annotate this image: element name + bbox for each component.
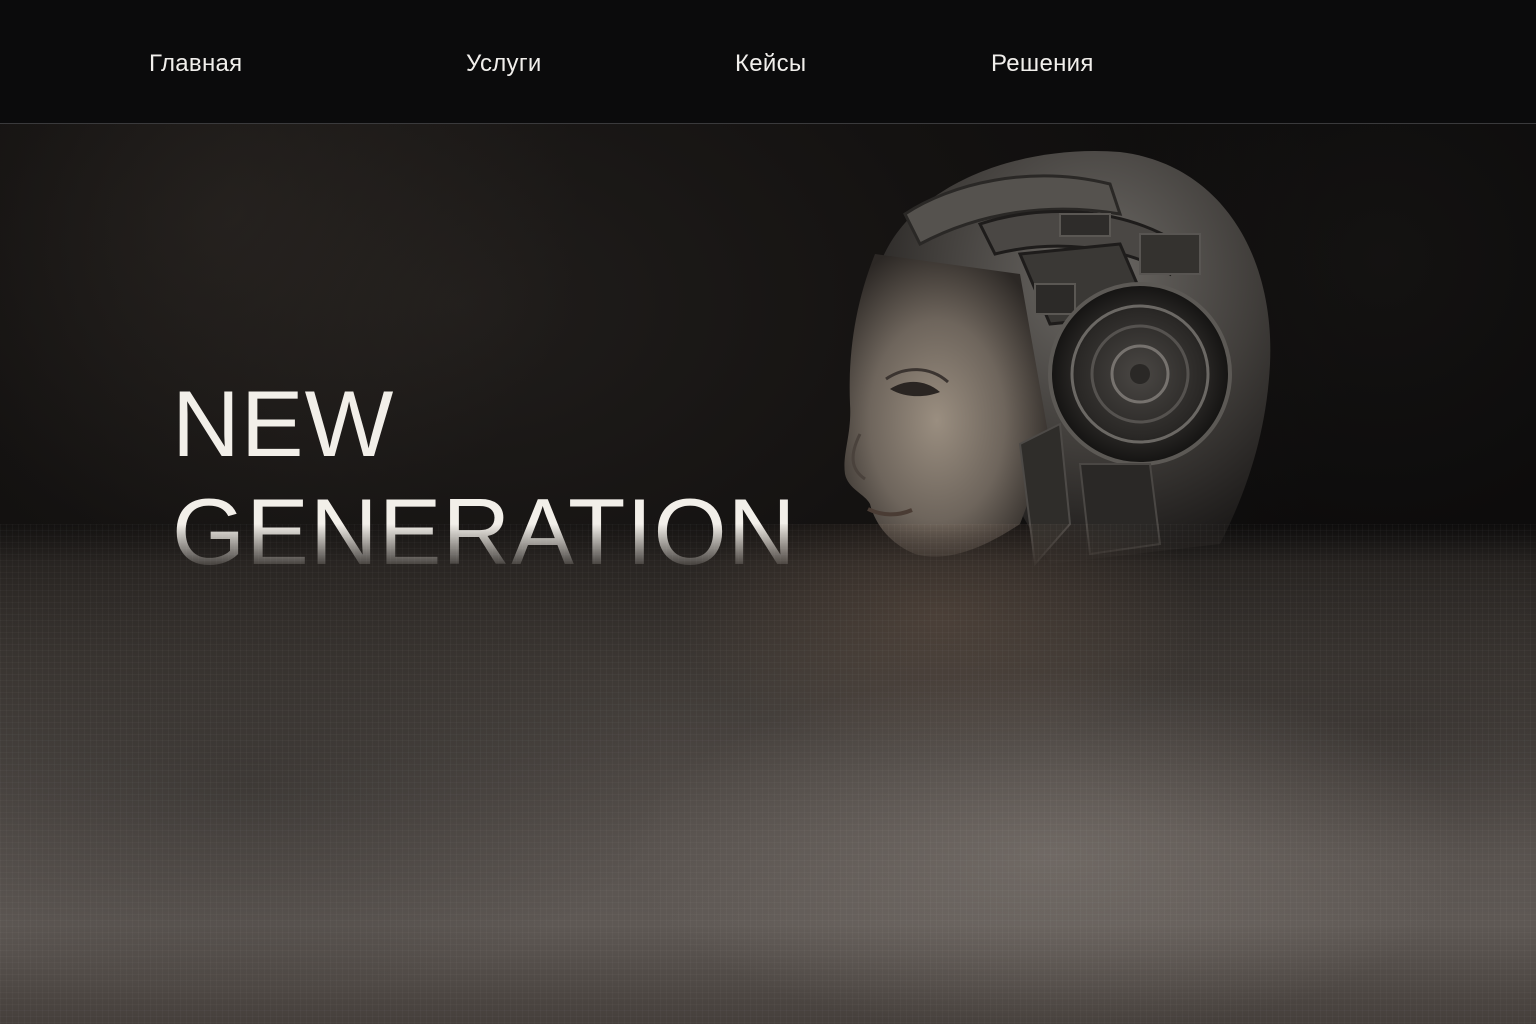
top-navigation: Главная Услуги Кейсы Решения [0,0,1536,124]
nav-link-cases[interactable]: Кейсы [735,48,806,80]
nav-link-solutions[interactable]: Решения [991,48,1094,80]
hero-section: NEW GENERATION [0,124,1536,1024]
hero-headline-line-1: NEW [172,371,395,476]
nav-link-services[interactable]: Услуги [466,48,542,80]
landing-page: Главная Услуги Кейсы Решения NEW [0,0,1536,1024]
blurred-fog-overlay [0,524,1536,1024]
nav-link-home[interactable]: Главная [149,48,242,80]
